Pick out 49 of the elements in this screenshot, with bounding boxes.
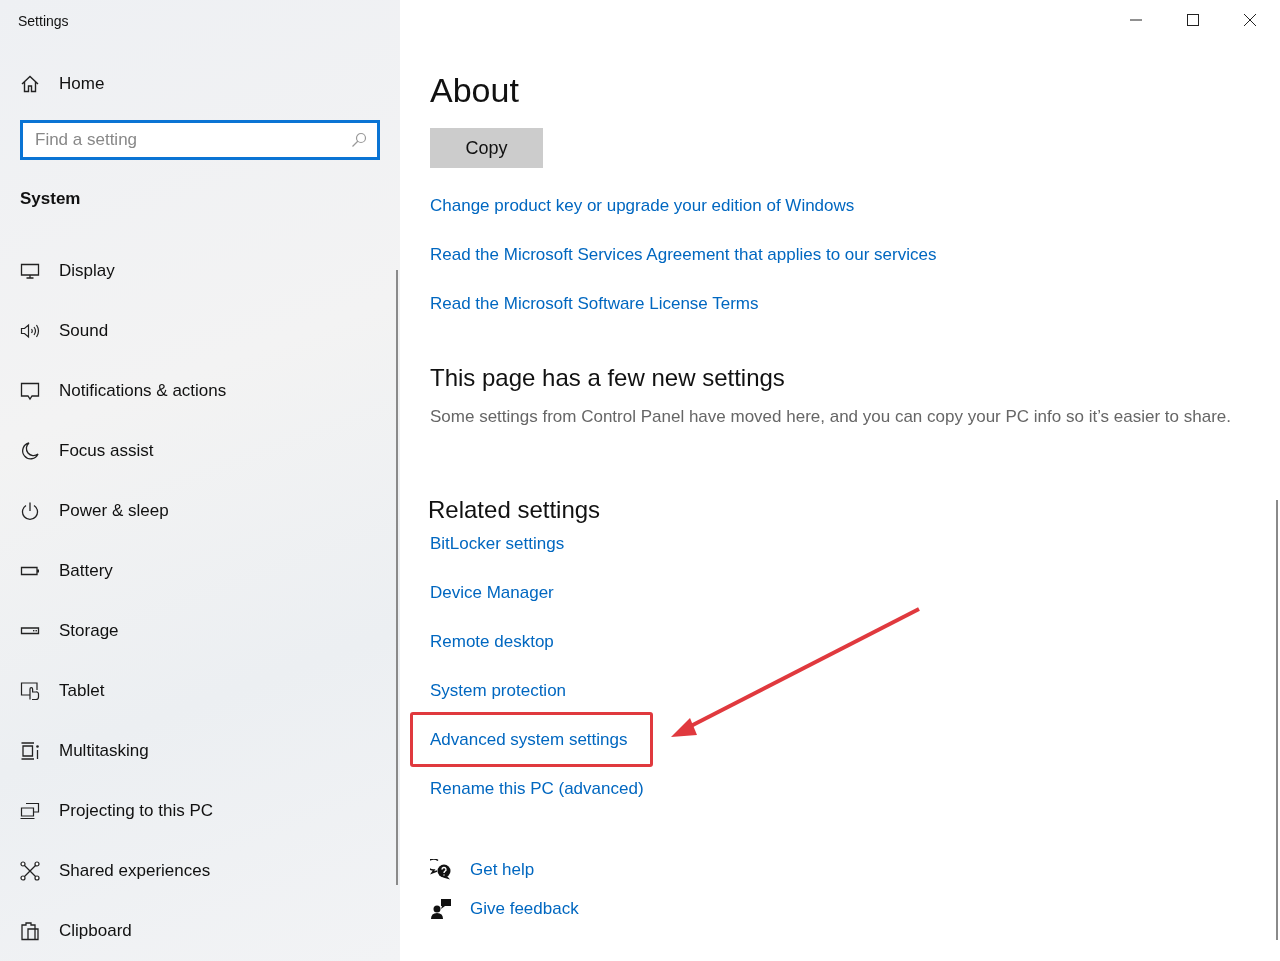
sidebar-nav-item[interactable]: Projecting to this PC [0, 781, 400, 841]
speech-bubble-icon [20, 381, 40, 401]
maximize-icon[interactable] [1187, 14, 1199, 26]
link[interactable]: Remote desktop [430, 617, 654, 666]
link[interactable]: System protection [430, 666, 654, 715]
link[interactable]: Rename this PC (advanced) [430, 764, 654, 813]
chat-question-icon [430, 858, 452, 881]
home-nav-item[interactable]: Home [0, 66, 400, 102]
sidebar-nav-item[interactable]: Multitasking [0, 721, 400, 781]
sidebar-nav-item[interactable]: Focus assist [0, 421, 400, 481]
link[interactable]: Read the Microsoft Services Agreement that applies to our services [430, 230, 937, 279]
description-text: Some settings from Control Panel have moved here, and you can copy your PC info so it’s easier to share. [430, 407, 1231, 427]
scrollbar[interactable] [396, 270, 398, 885]
scrollbar[interactable] [1276, 500, 1278, 940]
sidebar-nav-item[interactable]: Display [0, 241, 400, 301]
sidebar-nav-item[interactable]: Clipboard [0, 901, 400, 961]
link[interactable]: Get help [470, 854, 535, 885]
speaker-icon [20, 321, 40, 341]
projecting-icon [20, 801, 40, 821]
copy-button[interactable]: Copy [430, 128, 543, 168]
search-field[interactable]: Find a setting [20, 120, 380, 160]
link[interactable]: Device Manager [430, 568, 654, 617]
sidebar-nav-item[interactable]: Shared experiences [0, 841, 400, 901]
power-icon [20, 501, 40, 521]
search-icon [351, 132, 367, 148]
section-heading: Related settings [428, 495, 601, 525]
sidebar-nav-item[interactable]: Storage [0, 601, 400, 661]
link[interactable]: Advanced system settings [430, 715, 628, 764]
tablet-touch-icon [20, 681, 40, 701]
sidebar-nav-item[interactable]: Battery [0, 541, 400, 601]
moon-icon [20, 441, 40, 461]
multitasking-icon [20, 741, 40, 761]
sidebar-nav-item[interactable]: Notifications & actions [0, 361, 400, 421]
link[interactable]: Change product key or upgrade your edition of Windows [430, 181, 937, 230]
page-title: About [430, 70, 519, 110]
sidebar-nav-item[interactable]: Power & sleep [0, 481, 400, 541]
section-heading: System [19, 188, 82, 209]
section-heading: This page has a few new settings [430, 363, 785, 393]
close-icon[interactable] [1244, 14, 1256, 26]
monitor-icon [20, 261, 40, 281]
sidebar-nav-item[interactable]: Tablet [0, 661, 400, 721]
link[interactable]: Read the Microsoft Software License Terms [430, 279, 937, 328]
clipboard-icon [20, 921, 40, 941]
window-title: Settings [17, 12, 70, 31]
home-icon [20, 74, 40, 95]
network-nodes-icon [20, 861, 40, 881]
feedback-person-icon [430, 897, 452, 920]
sidebar-nav-item[interactable]: Sound [0, 301, 400, 361]
link[interactable]: Give feedback [470, 893, 579, 924]
